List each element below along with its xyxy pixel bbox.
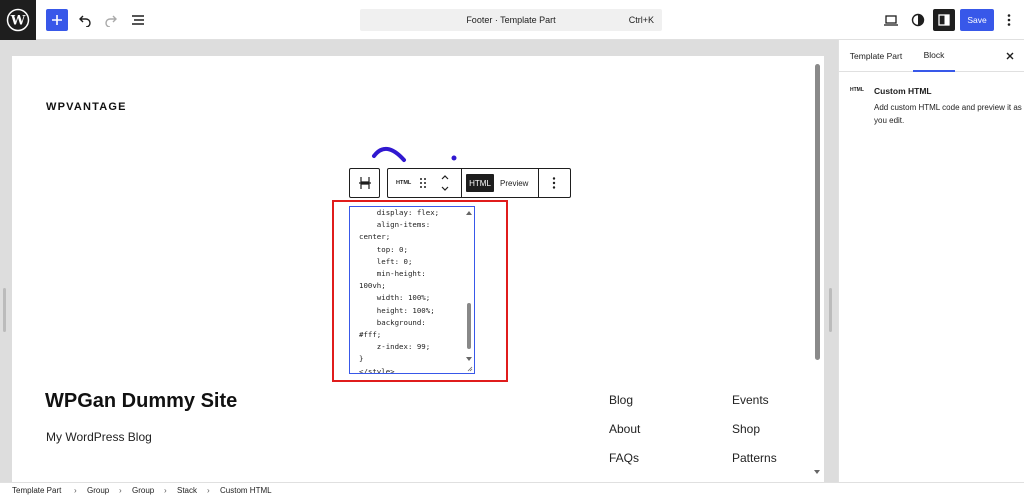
nav-link-events[interactable]: Events xyxy=(732,393,769,407)
settings-sidebar: Template Part Block HTML Custom HTML Add… xyxy=(838,40,1024,482)
nav-link-shop[interactable]: Shop xyxy=(732,422,760,436)
block-card-description: Add custom HTML code and preview it as y… xyxy=(874,103,1022,125)
redo-button[interactable] xyxy=(102,8,120,32)
html-tab-button[interactable]: HTML xyxy=(466,174,494,192)
close-icon[interactable] xyxy=(1005,51,1015,61)
block-type-label[interactable]: HTML xyxy=(396,180,411,186)
list-view-icon[interactable] xyxy=(129,8,147,32)
html-code: display: flex; align-items: center; top:… xyxy=(359,208,440,374)
toolbar-divider xyxy=(461,169,462,197)
scroll-down-icon[interactable] xyxy=(464,355,474,363)
chevron-right-icon: › xyxy=(164,486,167,495)
tab-template-part[interactable]: Template Part xyxy=(839,40,913,72)
add-block-button[interactable] xyxy=(46,9,68,31)
move-up-down-icon[interactable] xyxy=(440,173,450,193)
breadcrumb: Template Part › Group › Group › Stack › … xyxy=(0,482,1024,498)
breadcrumb-group[interactable]: Group xyxy=(87,486,109,495)
block-options-icon[interactable] xyxy=(552,176,556,190)
nav-link-blog[interactable]: Blog xyxy=(609,393,633,407)
breadcrumb-custom-html[interactable]: Custom HTML xyxy=(220,486,272,495)
canvas-scrollbar[interactable] xyxy=(813,64,821,474)
nav-link-faqs[interactable]: FAQs xyxy=(609,451,639,465)
sidebar-tabs: Template Part Block xyxy=(839,40,1024,72)
canvas-scroll-thumb[interactable] xyxy=(815,64,820,360)
nav-link-about[interactable]: About xyxy=(609,422,640,436)
block-card-title: Custom HTML xyxy=(874,86,932,96)
custom-html-textarea[interactable]: display: flex; align-items: center; top:… xyxy=(349,206,475,374)
canvas-scroll-down-icon[interactable] xyxy=(813,468,821,476)
custom-html-block-icon: HTML xyxy=(850,87,864,93)
svg-text:W: W xyxy=(10,14,26,29)
breadcrumb-stack[interactable]: Stack xyxy=(177,486,197,495)
code-scroll-thumb[interactable] xyxy=(467,303,471,349)
site-title[interactable]: WPGan Dummy Site xyxy=(45,390,237,413)
chevron-right-icon: › xyxy=(74,486,77,495)
breadcrumb-template-part[interactable]: Template Part xyxy=(12,486,61,495)
chevron-right-icon: › xyxy=(207,486,210,495)
editor-header: W Footer · Template Part Ctrl+K Save xyxy=(0,0,1024,40)
undo-button[interactable] xyxy=(76,8,94,32)
code-scrollbar[interactable] xyxy=(464,207,474,373)
resize-handle-right[interactable] xyxy=(829,288,832,332)
document-title: Footer · Template Part xyxy=(466,15,556,25)
site-tagline[interactable]: My WordPress Blog xyxy=(46,430,152,444)
resize-grip-icon[interactable] xyxy=(467,366,473,372)
nav-link-patterns[interactable]: Patterns xyxy=(732,451,777,465)
wordpress-logo-icon[interactable]: W xyxy=(0,0,36,40)
save-button[interactable]: Save xyxy=(960,9,994,31)
command-shortcut: Ctrl+K xyxy=(628,15,654,25)
template-part-frame: WPVANTAGE HTML HTML Preview display: fle… xyxy=(12,56,824,482)
more-options-icon[interactable] xyxy=(1002,8,1016,32)
chevron-right-icon: › xyxy=(119,486,122,495)
select-parent-button[interactable] xyxy=(349,168,380,198)
styles-icon[interactable] xyxy=(909,8,927,32)
site-logo[interactable]: WPVANTAGE xyxy=(46,101,127,113)
document-title-bar[interactable]: Footer · Template Part Ctrl+K xyxy=(360,9,662,31)
toolbar-divider xyxy=(538,169,539,197)
breadcrumb-group[interactable]: Group xyxy=(132,486,154,495)
scroll-up-icon[interactable] xyxy=(464,209,474,217)
settings-panel-icon[interactable] xyxy=(933,9,955,31)
drag-handle-icon[interactable] xyxy=(419,177,427,189)
resize-handle-left[interactable] xyxy=(3,288,6,332)
block-toolbar-main: HTML HTML Preview xyxy=(387,168,571,198)
editor-canvas: WPVANTAGE HTML HTML Preview display: fle… xyxy=(0,40,838,482)
site-editor: W Footer · Template Part Ctrl+K Save WPV… xyxy=(0,0,1024,498)
tab-block[interactable]: Block xyxy=(913,40,955,72)
preview-tab-button[interactable]: Preview xyxy=(500,179,528,188)
desktop-view-icon[interactable] xyxy=(882,8,900,32)
